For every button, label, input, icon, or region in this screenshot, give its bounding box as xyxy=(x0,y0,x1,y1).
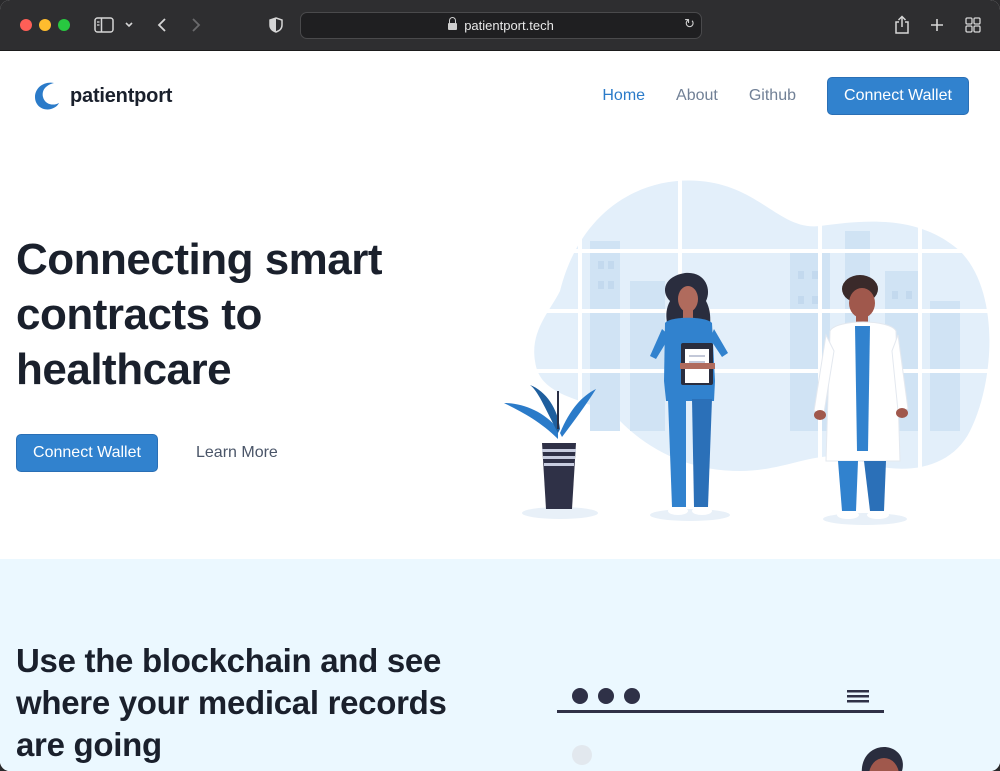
browser-mockup-illustration xyxy=(540,625,920,771)
main-nav: Home About Github Connect Wallet xyxy=(602,77,969,115)
logo-mark-icon xyxy=(32,80,60,112)
shield-icon[interactable] xyxy=(267,14,285,36)
plus-icon[interactable] xyxy=(928,14,946,36)
hero-title: Connecting smart contracts to healthcare xyxy=(16,232,456,397)
hero-title-line: contracts to xyxy=(16,290,262,339)
page-content: patientport Home About Github Connect Wa… xyxy=(0,51,1000,771)
doctors-illustration xyxy=(500,171,1000,531)
chevron-right-icon[interactable] xyxy=(188,14,204,36)
chevron-down-icon[interactable] xyxy=(122,14,136,36)
nav-connect-wallet-button[interactable]: Connect Wallet xyxy=(827,77,969,115)
reload-icon[interactable]: ↻ xyxy=(684,17,695,32)
browser-toolbar: patientport.tech ↻ xyxy=(0,0,1000,51)
section-heading-line: where your medical records xyxy=(16,684,447,721)
learn-more-link[interactable]: Learn More xyxy=(196,444,278,462)
address-bar[interactable]: patientport.tech ↻ xyxy=(300,12,702,39)
site-header: patientport Home About Github Connect Wa… xyxy=(0,51,1000,143)
chevron-left-icon[interactable] xyxy=(154,14,170,36)
close-window-button[interactable] xyxy=(20,19,32,31)
minimize-window-button[interactable] xyxy=(39,19,51,31)
nav-github-link[interactable]: Github xyxy=(749,87,796,105)
section-heading: Use the blockchain and see where your me… xyxy=(16,640,486,766)
hero-connect-wallet-button[interactable]: Connect Wallet xyxy=(16,434,158,472)
lock-icon xyxy=(448,16,458,31)
nav-about-link[interactable]: About xyxy=(676,87,718,105)
share-icon[interactable] xyxy=(893,14,911,36)
hero-title-line: healthcare xyxy=(16,345,232,394)
section-heading-line: are going xyxy=(16,726,162,763)
url-text: patientport.tech xyxy=(464,18,554,33)
hero-title-line: Connecting smart xyxy=(16,235,383,284)
logo-text: patientport xyxy=(70,84,173,107)
features-section: Use the blockchain and see where your me… xyxy=(0,559,1000,771)
zoom-window-button[interactable] xyxy=(58,19,70,31)
nav-home-link[interactable]: Home xyxy=(602,87,645,105)
section-heading-line: Use the blockchain and see xyxy=(16,642,442,679)
tab-grid-icon[interactable] xyxy=(963,14,983,36)
sidebar-icon[interactable] xyxy=(93,14,115,36)
browser-window: patientport.tech ↻ patientport Home Abou… xyxy=(0,0,1000,771)
site-logo[interactable]: patientport xyxy=(32,80,172,112)
